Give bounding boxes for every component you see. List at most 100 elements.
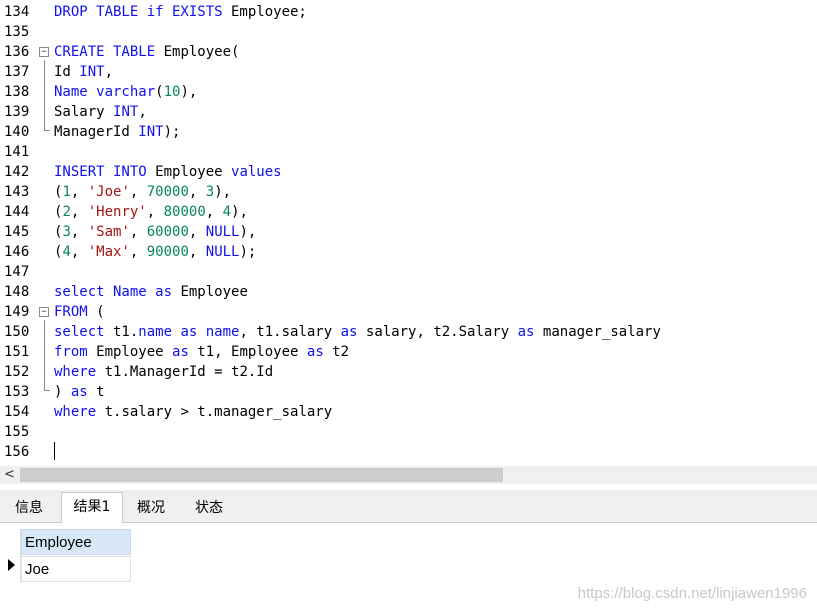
line-number: 142 [4, 164, 30, 180]
code-token: INT [113, 104, 139, 120]
code-token: INSERT INTO [54, 164, 147, 180]
code-token: t2 [323, 344, 350, 360]
code-token: , [138, 104, 147, 120]
code-token: INT [79, 64, 105, 80]
code-token: ), [214, 184, 232, 200]
code-text: INSERT INTO Employee values [54, 162, 282, 182]
line-number: 144 [4, 204, 30, 220]
code-line[interactable]: 145 (3, 'Sam', 60000, NULL), [0, 222, 817, 242]
code-token: ManagerId [54, 124, 139, 140]
code-token: , [129, 184, 147, 200]
code-token: 10 [163, 84, 181, 100]
scroll-left-icon[interactable]: < [4, 466, 16, 484]
line-number: 151 [4, 344, 30, 360]
code-token: t.salary > t.manager_salary [96, 404, 333, 420]
code-token: ( [155, 84, 164, 100]
code-token: 80000 [163, 204, 206, 220]
code-token: Employee [172, 284, 248, 300]
code-token: Name varchar [54, 84, 156, 100]
code-token: 4 [62, 244, 71, 260]
code-line[interactable]: 140 ManagerId INT); [0, 122, 817, 142]
column-header-employee[interactable]: Employee [21, 529, 131, 555]
code-token: , [205, 204, 223, 220]
code-text: DROP TABLE if EXISTS Employee; [54, 2, 307, 22]
code-token: 'Joe' [87, 184, 130, 200]
code-token: 1 [62, 184, 71, 200]
tab-result1[interactable]: 结果1 [61, 492, 123, 524]
line-number: 136 [4, 44, 30, 60]
scrollbar-thumb[interactable] [20, 468, 503, 482]
code-line[interactable]: 153) as t [0, 382, 817, 402]
line-number: 138 [4, 84, 30, 100]
sql-editor[interactable]: 134 DROP TABLE if EXISTS Employee; 135 136−… [0, 0, 817, 463]
code-line[interactable]: 149− FROM ( [0, 302, 817, 322]
code-line[interactable]: 150 select t1.name as name, t1.salary as … [0, 322, 817, 342]
code-token: Salary [54, 104, 114, 120]
code-token: Employee( [155, 44, 240, 60]
code-line[interactable]: 155 [0, 422, 817, 442]
code-token: , [188, 184, 206, 200]
fold-toggle-icon[interactable]: − [39, 47, 49, 57]
code-line[interactable]: 134 DROP TABLE if EXISTS Employee; [0, 2, 817, 22]
code-token: 4 [222, 204, 232, 220]
code-token: ), [231, 204, 248, 220]
code-line[interactable]: 142 INSERT INTO Employee values [0, 162, 817, 182]
code-line[interactable]: 138 Name varchar(10), [0, 82, 817, 102]
tab-status[interactable]: 状态 [182, 494, 236, 522]
code-token: Employee [87, 344, 173, 360]
tab-info[interactable]: 信息 [2, 494, 56, 522]
code-token: name as name [138, 324, 240, 340]
code-token: , [104, 64, 114, 80]
code-token: NULL [205, 224, 240, 240]
code-line[interactable]: 148 select Name as Employee [0, 282, 817, 302]
code-line[interactable]: 151 from Employee as t1, Employee as t2 [0, 342, 817, 362]
code-token: where [54, 404, 97, 420]
line-number: 148 [4, 284, 30, 300]
code-token: 70000 [146, 184, 189, 200]
code-line[interactable]: 147 [0, 262, 817, 282]
code-token: DROP TABLE if EXISTS [54, 4, 223, 20]
code-line[interactable]: 146 (4, 'Max', 90000, NULL); [0, 242, 817, 262]
code-line[interactable]: 154 where t.salary > t.manager_salary [0, 402, 817, 422]
code-token: ), [239, 224, 257, 240]
code-token: , [188, 224, 206, 240]
tab-overview[interactable]: 概况 [124, 494, 178, 522]
code-line[interactable]: 156 [0, 442, 817, 462]
code-line[interactable]: 152 where t1.ManagerId = t2.Id [0, 362, 817, 382]
code-line[interactable]: 143 (1, 'Joe', 70000, 3), [0, 182, 817, 202]
line-number: 143 [4, 184, 30, 200]
code-text: where t.salary > t.manager_salary [54, 402, 332, 422]
code-text: ) as t [54, 382, 105, 402]
horizontal-scrollbar[interactable]: < [0, 466, 817, 484]
code-line[interactable]: 137 Id INT, [0, 62, 817, 82]
line-number: 135 [4, 24, 30, 40]
code-line[interactable]: 139 Salary INT, [0, 102, 817, 122]
code-token: , [70, 244, 88, 260]
code-token: 'Sam' [87, 224, 130, 240]
code-text: FROM ( [54, 302, 105, 322]
code-token: ), [180, 84, 198, 100]
code-line[interactable]: 136− CREATE TABLE Employee( [0, 42, 817, 62]
code-token: , t1.salary [239, 324, 341, 340]
line-number: 147 [4, 264, 30, 280]
code-text: (1, 'Joe', 70000, 3), [54, 182, 231, 202]
code-token: ); [163, 124, 181, 140]
code-text: select Name as Employee [54, 282, 248, 302]
code-text: (4, 'Max', 90000, NULL); [54, 242, 256, 262]
table-cell[interactable]: Joe [21, 556, 131, 582]
code-token: t [87, 384, 105, 400]
code-line[interactable]: 135 [0, 22, 817, 42]
watermark: https://blog.csdn.net/linjiawen1996 [577, 585, 807, 602]
code-token: FROM [54, 304, 88, 320]
code-token: , [70, 184, 88, 200]
code-token: 3 [62, 224, 71, 240]
code-text: (3, 'Sam', 60000, NULL), [54, 222, 256, 242]
code-line[interactable]: 141 [0, 142, 817, 162]
code-line[interactable]: 144 (2, 'Henry', 80000, 4), [0, 202, 817, 222]
code-token: select [54, 324, 105, 340]
code-token: where [54, 364, 97, 380]
code-token: Employee; [222, 4, 307, 20]
code-token: , [146, 204, 164, 220]
code-token: , [129, 224, 147, 240]
fold-toggle-icon[interactable]: − [39, 307, 49, 317]
